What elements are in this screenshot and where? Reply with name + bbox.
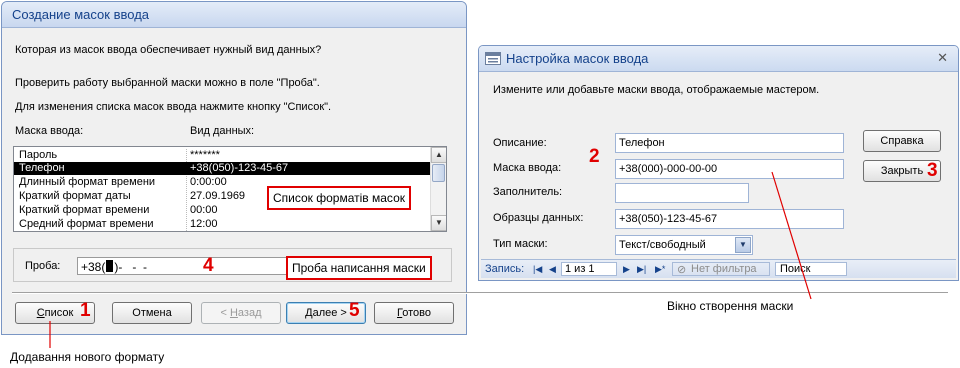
caption-add-format: Додавання нового формату: [10, 350, 165, 364]
leader-line-window: [771, 171, 812, 300]
caption-window: Вікно створення маски: [667, 299, 794, 313]
annotation-lines: [49, 171, 812, 348]
